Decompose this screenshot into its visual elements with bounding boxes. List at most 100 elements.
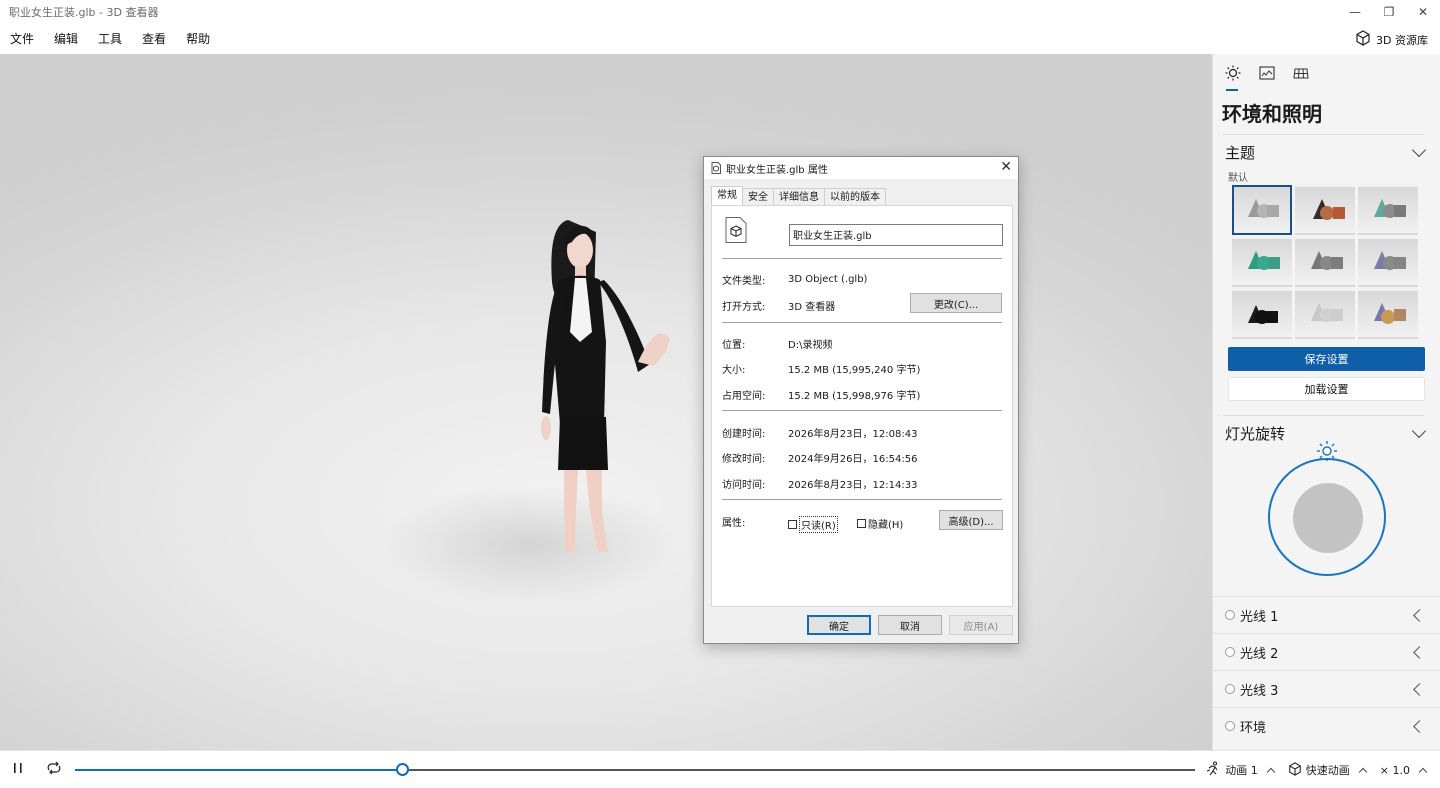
speed-select[interactable]: × 1.0 — [1379, 763, 1428, 777]
theme-grid — [1213, 185, 1440, 339]
3d-viewport[interactable] — [0, 54, 1212, 750]
light-row-environment[interactable]: 环境 — [1213, 707, 1440, 744]
accessed-value: 2026年8月23日，12:14:33 — [788, 480, 918, 491]
location-value: D:\录视频 — [788, 340, 833, 351]
light-label: 光线 1 — [1240, 609, 1279, 625]
title-bar: 职业女生正装.glb - 3D 查看器 — ❐ ✕ — [0, 0, 1440, 24]
tab-grid[interactable] — [1290, 63, 1312, 85]
apply-button[interactable]: 应用(A) — [949, 615, 1013, 635]
animation-select[interactable]: 动画 1 — [1205, 761, 1276, 780]
theme-option-8[interactable] — [1295, 289, 1355, 339]
created-value: 2026年8月23日，12:08:43 — [788, 429, 918, 440]
speed-label: × 1.0 — [1379, 763, 1410, 777]
save-settings-button[interactable]: 保存设置 — [1228, 347, 1425, 371]
readonly-label: 只读(R) — [799, 516, 838, 533]
radio-icon[interactable] — [1225, 647, 1235, 657]
light-sun-handle-icon[interactable] — [1316, 440, 1338, 465]
loop-button[interactable] — [36, 751, 72, 788]
hidden-checkbox[interactable]: 隐藏(H) — [857, 516, 903, 531]
menu-help[interactable]: 帮助 — [176, 24, 220, 54]
chevron-down-icon — [1411, 142, 1427, 157]
theme-section-label: 主题 — [1225, 143, 1256, 162]
menu-tools[interactable]: 工具 — [88, 24, 132, 54]
theme-section-header[interactable]: 主题 — [1213, 135, 1440, 169]
grid-icon — [1293, 65, 1309, 84]
quick-animation-select[interactable]: 快速动画 — [1288, 761, 1368, 779]
tab-details[interactable]: 详细信息 — [773, 188, 825, 206]
chevron-down-icon — [1411, 423, 1427, 438]
pause-button[interactable] — [0, 751, 36, 788]
size-key: 大小: — [722, 365, 746, 376]
theme-option-1[interactable] — [1232, 185, 1292, 235]
location-row: 位置: D:\录视频 — [722, 336, 832, 351]
timeline-progress — [75, 769, 403, 771]
readonly-checkbox[interactable]: 只读(R) — [788, 516, 838, 533]
light-row-1[interactable]: 光线 1 — [1213, 596, 1440, 633]
size-value: 15.2 MB (15,995,240 字节) — [788, 365, 921, 376]
light-label: 光线 3 — [1240, 683, 1279, 699]
3d-library-button[interactable]: 3D 资源库 — [1355, 30, 1428, 49]
modified-value: 2024年9月26日，16:54:56 — [788, 454, 918, 465]
running-figure-icon — [1205, 761, 1221, 780]
3d-model-figure[interactable] — [530, 212, 690, 552]
load-settings-button[interactable]: 加载设置 — [1228, 377, 1425, 401]
radio-icon[interactable] — [1225, 721, 1235, 731]
menu-edit[interactable]: 编辑 — [44, 24, 88, 54]
pause-icon — [12, 762, 24, 777]
open-with-row: 打开方式: 3D 查看器 — [722, 298, 835, 313]
theme-option-4[interactable] — [1232, 237, 1292, 287]
menu-view[interactable]: 查看 — [132, 24, 176, 54]
tab-lighting[interactable] — [1222, 63, 1244, 91]
theme-option-9[interactable] — [1358, 289, 1418, 339]
menu-file[interactable]: 文件 — [0, 24, 44, 54]
filename-input[interactable]: 职业女生正装.glb — [789, 224, 1003, 246]
minimize-button[interactable]: — — [1338, 0, 1372, 24]
cancel-button[interactable]: 取消 — [878, 615, 942, 635]
dialog-close-button[interactable]: ✕ — [1000, 159, 1012, 175]
radio-icon[interactable] — [1225, 684, 1235, 694]
dialog-tabs: 常规 安全 详细信息 以前的版本 — [711, 186, 886, 206]
change-button[interactable]: 更改(C)... — [910, 293, 1002, 313]
theme-option-2[interactable] — [1295, 185, 1355, 235]
dialog-title-bar: 职业女生正装.glb 属性 ✕ — [704, 157, 1018, 179]
divider — [722, 322, 1002, 323]
file-type-value: 3D Object (.glb) — [788, 274, 868, 285]
light-rotation-section: 灯光旋转 — [1213, 416, 1440, 576]
light-rotation-label: 灯光旋转 — [1225, 424, 1286, 443]
radio-icon[interactable] — [1225, 610, 1235, 620]
light-label: 光线 2 — [1240, 646, 1279, 662]
timeline-thumb[interactable] — [396, 763, 410, 776]
library-label: 3D 资源库 — [1376, 33, 1428, 47]
light-row-2[interactable]: 光线 2 — [1213, 633, 1440, 670]
close-window-button[interactable]: ✕ — [1406, 0, 1440, 24]
quick-animation-label: 快速动画 — [1305, 764, 1350, 777]
file-type-row: 文件类型: 3D Object (.glb) — [722, 272, 867, 287]
theme-option-7[interactable] — [1232, 289, 1292, 339]
checkbox-icon[interactable] — [788, 520, 797, 529]
theme-option-5[interactable] — [1295, 237, 1355, 287]
checkbox-icon[interactable] — [857, 519, 866, 528]
cube-icon — [1288, 761, 1302, 779]
tab-general[interactable]: 常规 — [711, 186, 743, 206]
chevron-left-icon — [1413, 719, 1426, 733]
panel-tabs — [1213, 54, 1440, 91]
advanced-button[interactable]: 高级(D)... — [939, 510, 1003, 530]
attributes-key: 属性: — [722, 518, 746, 529]
chevron-up-icon — [1418, 767, 1428, 776]
theme-option-3[interactable] — [1358, 185, 1418, 235]
animation-timeline[interactable] — [75, 763, 1195, 776]
modified-key: 修改时间: — [722, 454, 766, 465]
light-rotation-dial[interactable] — [1268, 458, 1386, 576]
restore-button[interactable]: ❐ — [1372, 0, 1406, 24]
tab-stats[interactable] — [1256, 63, 1278, 85]
light-row-3[interactable]: 光线 3 — [1213, 670, 1440, 707]
tab-security[interactable]: 安全 — [742, 188, 774, 206]
disk-size-row: 占用空间: 15.2 MB (15,998,976 字节) — [722, 387, 920, 402]
theme-option-6[interactable] — [1358, 237, 1418, 287]
hidden-label: 隐藏(H) — [868, 520, 904, 531]
cube-icon — [1355, 30, 1371, 49]
tab-previous-versions[interactable]: 以前的版本 — [824, 188, 886, 206]
disk-size-value: 15.2 MB (15,998,976 字节) — [788, 391, 921, 402]
file-3d-icon — [725, 217, 747, 246]
ok-button[interactable]: 确定 — [807, 615, 871, 635]
